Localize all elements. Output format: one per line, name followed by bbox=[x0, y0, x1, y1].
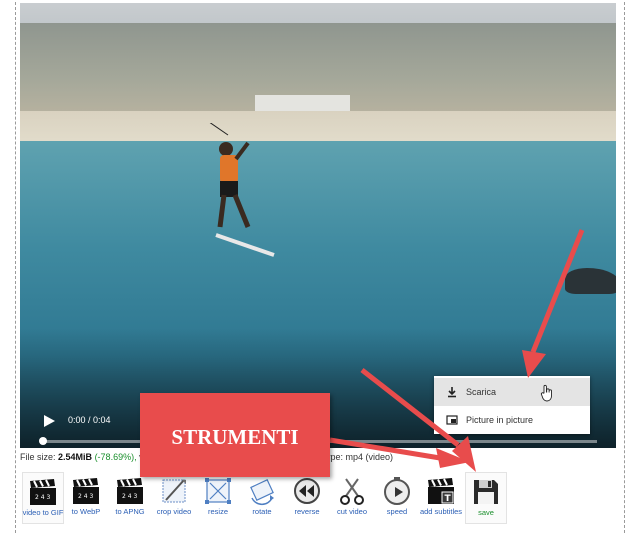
play-icon[interactable] bbox=[42, 414, 56, 428]
kitesurfer-figure bbox=[209, 123, 275, 257]
clapperboard-icon: 2 4 3 bbox=[117, 478, 143, 504]
tool-cut-video[interactable]: cut video bbox=[332, 472, 372, 522]
file-info: File size: 2.54MiB (-78.69%), v bbox=[20, 452, 144, 462]
tool-label: resize bbox=[207, 507, 228, 516]
tool-resize[interactable]: resize bbox=[198, 472, 238, 522]
tool-add-subtitles[interactable]: T add subtitles bbox=[420, 472, 462, 522]
clapperboard-icon: 2 4 3 bbox=[73, 478, 99, 504]
save-icon bbox=[474, 480, 498, 504]
menu-item-label: Scarica bbox=[466, 387, 497, 397]
download-icon bbox=[448, 387, 456, 398]
tool-label: cut video bbox=[336, 507, 368, 516]
hand-cursor-icon bbox=[540, 384, 552, 402]
speed-icon bbox=[384, 477, 410, 505]
tool-label: speed bbox=[386, 507, 408, 516]
file-size-label: File size: bbox=[20, 452, 56, 462]
video-context-menu: Scarica Picture in picture bbox=[434, 376, 590, 434]
scissors-icon bbox=[340, 478, 364, 505]
tool-label: reverse bbox=[294, 507, 320, 516]
tool-label: save bbox=[478, 508, 494, 517]
callout-text: STRUMENTI bbox=[171, 425, 299, 449]
resize-icon bbox=[205, 478, 231, 504]
tool-to-apng[interactable]: 2 4 3 to APNG bbox=[110, 472, 150, 522]
file-size-change: (-78.69%), bbox=[94, 452, 137, 462]
svg-text:T: T bbox=[445, 494, 452, 504]
tool-rotate[interactable]: rotate bbox=[242, 472, 282, 522]
tool-label: rotate bbox=[252, 507, 272, 516]
tool-save[interactable]: save bbox=[465, 472, 507, 524]
tool-crop-video[interactable]: crop video bbox=[154, 472, 194, 522]
picture-in-picture-icon bbox=[446, 415, 458, 425]
subtitles-icon: T bbox=[428, 478, 454, 504]
strumenti-callout: STRUMENTI bbox=[140, 393, 330, 477]
svg-text:2 4 3: 2 4 3 bbox=[78, 493, 93, 500]
tool-to-webp[interactable]: 2 4 3 to WebP bbox=[66, 472, 106, 522]
svg-text:2 4 3: 2 4 3 bbox=[35, 494, 50, 501]
tool-speed[interactable]: speed bbox=[377, 472, 417, 522]
rotate-icon bbox=[250, 479, 274, 506]
menu-item-download[interactable]: Scarica bbox=[434, 378, 590, 406]
tool-label: to WebP bbox=[71, 507, 101, 516]
tool-label: video to GIF bbox=[22, 508, 64, 517]
svg-text:2 4 3: 2 4 3 bbox=[122, 493, 137, 500]
file-type: ype: mp4 (video) bbox=[326, 452, 394, 462]
crop-icon bbox=[162, 479, 186, 503]
menu-item-label: Picture in picture bbox=[466, 415, 534, 425]
tool-label: to APNG bbox=[115, 507, 145, 516]
reverse-icon bbox=[294, 478, 320, 504]
video-time: 0:00 / 0:04 bbox=[68, 415, 111, 425]
clapperboard-icon: 2 4 3 bbox=[30, 479, 56, 505]
tool-label: add subtitles bbox=[419, 507, 463, 516]
video-rock bbox=[565, 268, 616, 294]
seek-thumb[interactable] bbox=[39, 437, 47, 445]
menu-item-picture-in-picture[interactable]: Picture in picture bbox=[434, 406, 590, 434]
video-beach bbox=[20, 111, 616, 143]
tool-video-to-gif[interactable]: 2 4 3 video to GIF bbox=[22, 472, 64, 524]
tool-label: crop video bbox=[156, 507, 192, 516]
file-size-value: 2.54MiB bbox=[58, 452, 93, 462]
tool-reverse[interactable]: reverse bbox=[287, 472, 327, 522]
